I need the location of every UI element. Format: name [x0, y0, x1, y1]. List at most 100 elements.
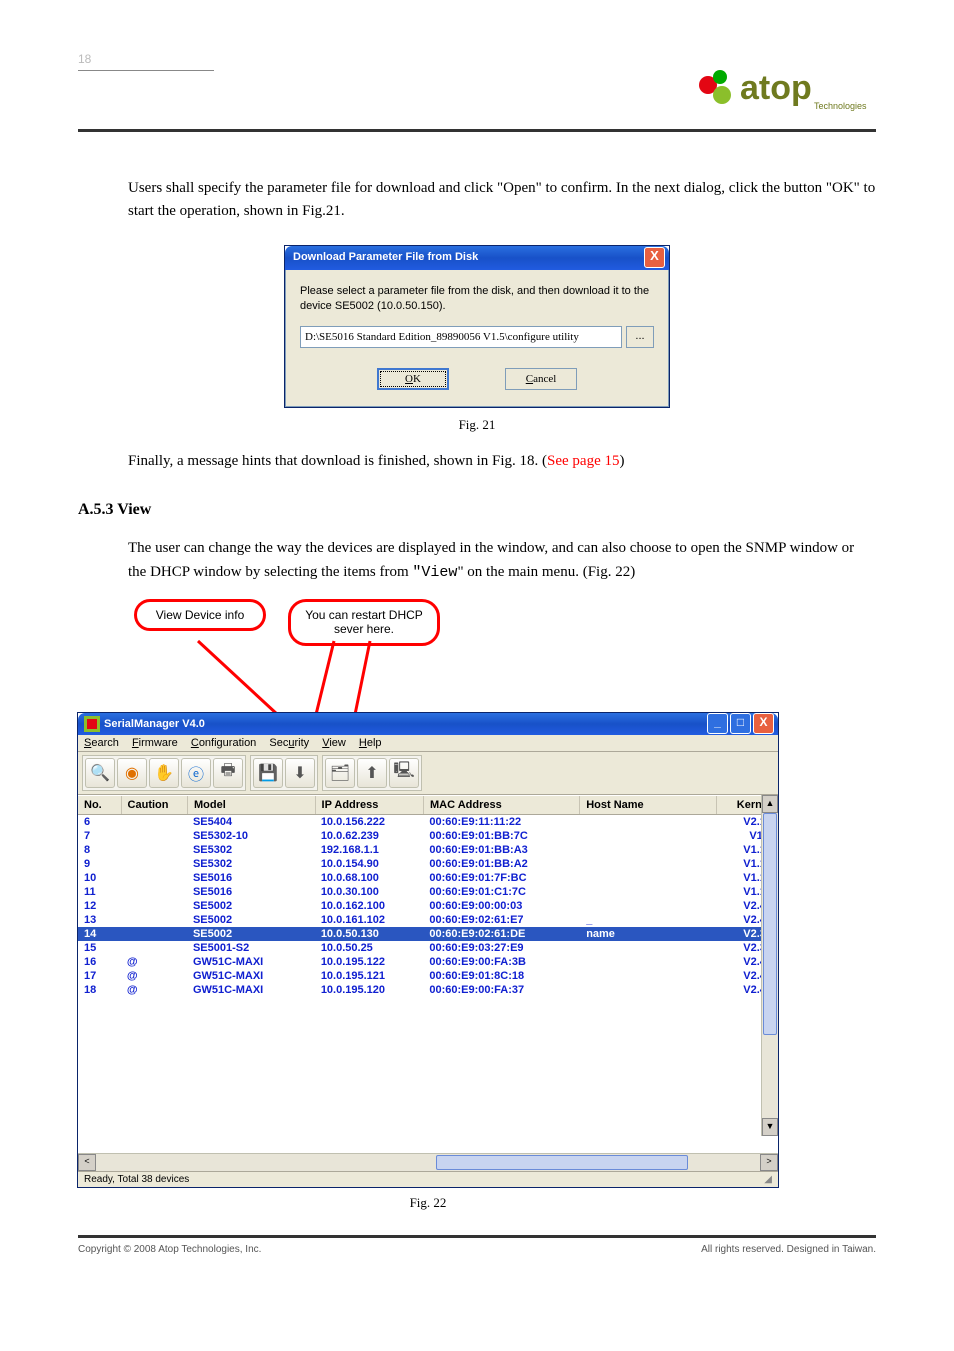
paragraph-1: Users shall specify the parameter file f… [128, 177, 876, 224]
col-header-mac[interactable]: MAC Address [424, 796, 580, 814]
dialog-close-button[interactable]: X [644, 247, 665, 268]
table-cell: SE5302-10 [187, 829, 315, 843]
table-cell: 10.0.156.222 [315, 815, 424, 829]
scroll-thumb-h[interactable] [436, 1155, 688, 1170]
table-row[interactable]: 14SE500210.0.50.13000:60:E9:02:61:DEname… [78, 927, 778, 941]
col-header-ip[interactable]: IP Address [316, 796, 424, 814]
download-parameter-dialog: Download Parameter File from Disk X Plea… [285, 246, 669, 408]
footer-rights: All rights reserved. Designed in Taiwan. [701, 1244, 876, 1255]
footer-copyright: Copyright © 2008 Atop Technologies, Inc. [78, 1244, 261, 1255]
table-row[interactable]: 13SE500210.0.161.10200:60:E9:02:61:E7_V2… [78, 913, 778, 927]
table-cell: SE5404 [187, 815, 315, 829]
table-cell [580, 857, 718, 871]
menu-security[interactable]: Security [269, 737, 309, 749]
resize-grip-icon[interactable]: ◢ [756, 1174, 772, 1185]
table-cell: @ [121, 955, 187, 969]
toolbar-config-icon[interactable]: 🗂 [325, 758, 355, 788]
toolbar-save-icon[interactable]: 💾 [253, 758, 283, 788]
table-cell [121, 843, 187, 857]
table-cell: 7 [78, 829, 121, 843]
sm-close-button[interactable]: X [753, 713, 774, 734]
callout-view-device-info: View Device info [134, 599, 266, 631]
sm-statusbar: Ready, Total 38 devices ◢ [78, 1171, 778, 1187]
atop-logo: atop Technologies [696, 65, 876, 113]
table-cell: 16 [78, 955, 121, 969]
menu-help[interactable]: Help [359, 737, 382, 749]
table-cell [580, 885, 718, 899]
table-cell: 00:60:E9:03:27:E9 [423, 941, 580, 955]
table-row[interactable]: 16@GW51C-MAXI10.0.195.12200:60:E9:00:FA:… [78, 955, 778, 969]
col-header-model[interactable]: Model [188, 796, 316, 814]
table-row[interactable]: 17@GW51C-MAXI10.0.195.12100:60:E9:01:8C:… [78, 969, 778, 983]
sm-table-body[interactable]: 6SE540410.0.156.22200:60:E9:11:11:22V2.1… [78, 815, 778, 1153]
ok-button[interactable]: OK [377, 368, 449, 390]
table-cell: 10.0.154.90 [315, 857, 424, 871]
sm-titlebar[interactable]: SerialManager V4.0 _ □ X [78, 713, 778, 735]
table-row[interactable]: 12SE500210.0.162.10000:60:E9:00:00:03V2.… [78, 899, 778, 913]
table-cell: 10.0.68.100 [315, 871, 424, 885]
table-cell: 00:60:E9:01:BB:A3 [423, 843, 580, 857]
menu-firmware[interactable]: Firmware [132, 737, 178, 749]
table-cell: 10.0.30.100 [315, 885, 424, 899]
sm-horizontal-scrollbar[interactable]: < > [78, 1153, 778, 1171]
sm-vertical-scrollbar[interactable]: ▲ ▼ [761, 795, 778, 1136]
table-cell: name [580, 927, 718, 941]
col-header-no[interactable]: No. [78, 796, 122, 814]
toolbar-upload-icon[interactable]: ⬆ [357, 758, 387, 788]
toolbar-search-icon[interactable]: 🔍 [85, 758, 115, 788]
scroll-left-button[interactable]: < [78, 1154, 96, 1171]
table-cell [580, 955, 718, 969]
col-header-caution[interactable]: Caution [122, 796, 188, 814]
cancel-button[interactable]: Cancel [505, 368, 577, 390]
menu-view[interactable]: View [322, 737, 346, 749]
sm-maximize-button[interactable]: □ [730, 713, 751, 734]
table-cell [121, 899, 187, 913]
table-cell: SE5016 [187, 885, 315, 899]
scroll-down-button[interactable]: ▼ [762, 1118, 778, 1136]
table-cell: 18 [78, 983, 121, 997]
figure-21-caption: Fig. 21 [78, 415, 876, 435]
toolbar-printer-icon[interactable]: 🖶 [213, 758, 243, 788]
table-row[interactable]: 8SE5302192.168.1.100:60:E9:01:BB:A3V1.14 [78, 843, 778, 857]
table-cell: 10.0.195.120 [315, 983, 424, 997]
table-cell: SE5002 [187, 913, 315, 927]
toolbar-ie-icon[interactable]: ⓔ [181, 758, 211, 788]
table-cell: SE5302 [187, 843, 315, 857]
table-row[interactable]: 18@GW51C-MAXI10.0.195.12000:60:E9:00:FA:… [78, 983, 778, 997]
dialog-titlebar[interactable]: Download Parameter File from Disk X [285, 246, 669, 270]
sm-status-text: Ready, Total 38 devices [84, 1174, 756, 1185]
toolbar-hand-icon[interactable]: ✋ [149, 758, 179, 788]
table-cell: SE5002 [187, 927, 315, 941]
toolbar-device-icon[interactable]: 🖳 [389, 758, 419, 788]
table-row[interactable]: 9SE530210.0.154.9000:60:E9:01:BB:A2V1.14 [78, 857, 778, 871]
toolbar-download-icon[interactable]: ⬇ [285, 758, 315, 788]
table-row[interactable]: 7SE5302-1010.0.62.23900:60:E9:01:BB:7CV1… [78, 829, 778, 843]
table-row[interactable]: 11SE501610.0.30.10000:60:E9:01:C1:7CV1.1… [78, 885, 778, 899]
table-cell: 00:60:E9:11:11:22 [423, 815, 580, 829]
menu-search[interactable]: SSearchearch [84, 737, 119, 749]
table-row[interactable]: 10SE501610.0.68.10000:60:E9:01:7F:BCV1.1… [78, 871, 778, 885]
table-cell [580, 941, 718, 955]
table-cell: 8 [78, 843, 121, 857]
table-cell: 00:60:E9:01:C1:7C [423, 885, 580, 899]
table-cell: 10.0.195.121 [315, 969, 424, 983]
col-header-host[interactable]: Host Name [580, 796, 717, 814]
scroll-right-button[interactable]: > [760, 1154, 778, 1171]
table-cell: 192.168.1.1 [315, 843, 424, 857]
browse-button[interactable]: ... [626, 326, 654, 348]
toolbar-network-icon[interactable]: ◉ [117, 758, 147, 788]
table-cell [580, 829, 718, 843]
sm-minimize-button[interactable]: _ [707, 713, 728, 734]
table-row[interactable]: 6SE540410.0.156.22200:60:E9:11:11:22V2.1… [78, 815, 778, 829]
table-cell: 10.0.50.25 [315, 941, 424, 955]
table-cell: SE5302 [187, 857, 315, 871]
table-cell: 10.0.62.239 [315, 829, 424, 843]
parameter-file-path-input[interactable] [300, 326, 622, 348]
dialog-message: Please select a parameter file from the … [300, 284, 654, 315]
scroll-up-button[interactable]: ▲ [762, 795, 778, 813]
sm-table-header: No. Caution Model IP Address MAC Address… [78, 795, 778, 815]
table-row[interactable]: 15SE5001-S210.0.50.2500:60:E9:03:27:E9V2… [78, 941, 778, 955]
scroll-thumb-v[interactable] [763, 813, 777, 1035]
paragraph-2: Finally, a message hints that download i… [128, 450, 876, 473]
menu-configuration[interactable]: Configuration [191, 737, 256, 749]
